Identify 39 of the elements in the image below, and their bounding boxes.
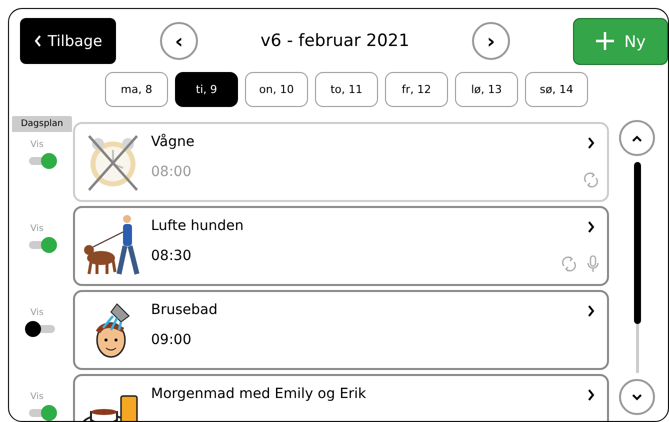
chevron-right-icon <box>587 305 595 317</box>
day-tab[interactable]: fr, 12 <box>385 72 448 107</box>
activity-card[interactable]: Morgenmad med Emily og Erik <box>73 374 609 421</box>
back-button[interactable]: Tilbage <box>20 18 116 64</box>
activity-time: 09:00 <box>151 332 192 348</box>
activity-card[interactable]: Vågne 08:00 <box>73 122 609 202</box>
toggle-label: Vis <box>30 224 44 234</box>
day-tab[interactable]: ti, 9 <box>175 72 238 107</box>
toggle-label: Vis <box>30 308 44 318</box>
next-week-button[interactable]: › <box>472 22 510 60</box>
activity-title: Brusebad <box>151 302 218 318</box>
day-tab[interactable]: to, 11 <box>315 72 378 107</box>
activity-time: 08:00 <box>151 164 192 180</box>
activity-card[interactable]: Brusebad 09:00 <box>73 290 609 370</box>
activity-title: Vågne <box>151 134 196 150</box>
visibility-switch[interactable] <box>25 321 57 337</box>
day-tab[interactable]: lø, 13 <box>455 72 518 107</box>
plus-icon <box>595 31 616 51</box>
scroll-up-button[interactable] <box>619 120 655 156</box>
activity-title: Morgenmad med Emily og Erik <box>151 386 368 402</box>
scroll-down-button[interactable] <box>619 379 655 415</box>
scroll-thumb[interactable] <box>634 162 640 324</box>
chevron-left-icon <box>34 35 42 47</box>
day-tab[interactable]: on, 10 <box>245 72 308 107</box>
toggle-label: Vis <box>30 140 44 150</box>
day-tab[interactable]: ma, 8 <box>105 72 168 107</box>
previous-week-button[interactable]: ‹ <box>160 22 198 60</box>
chevron-right-icon <box>587 389 595 401</box>
section-label: Dagsplan <box>12 116 72 132</box>
chevron-down-icon <box>632 394 642 400</box>
chevron-right-icon <box>587 137 595 149</box>
day-tab[interactable]: sø, 14 <box>525 72 588 107</box>
activity-card[interactable]: Lufte hunden 08:30 <box>73 206 609 286</box>
activity-time: 08:30 <box>151 248 192 264</box>
activity-title: Lufte hunden <box>151 218 245 234</box>
chevron-right-icon <box>587 221 595 233</box>
toggle-label: Vis <box>30 392 44 402</box>
week-title: v6 - februar 2021 <box>260 31 410 51</box>
chevron-up-icon <box>632 134 642 142</box>
